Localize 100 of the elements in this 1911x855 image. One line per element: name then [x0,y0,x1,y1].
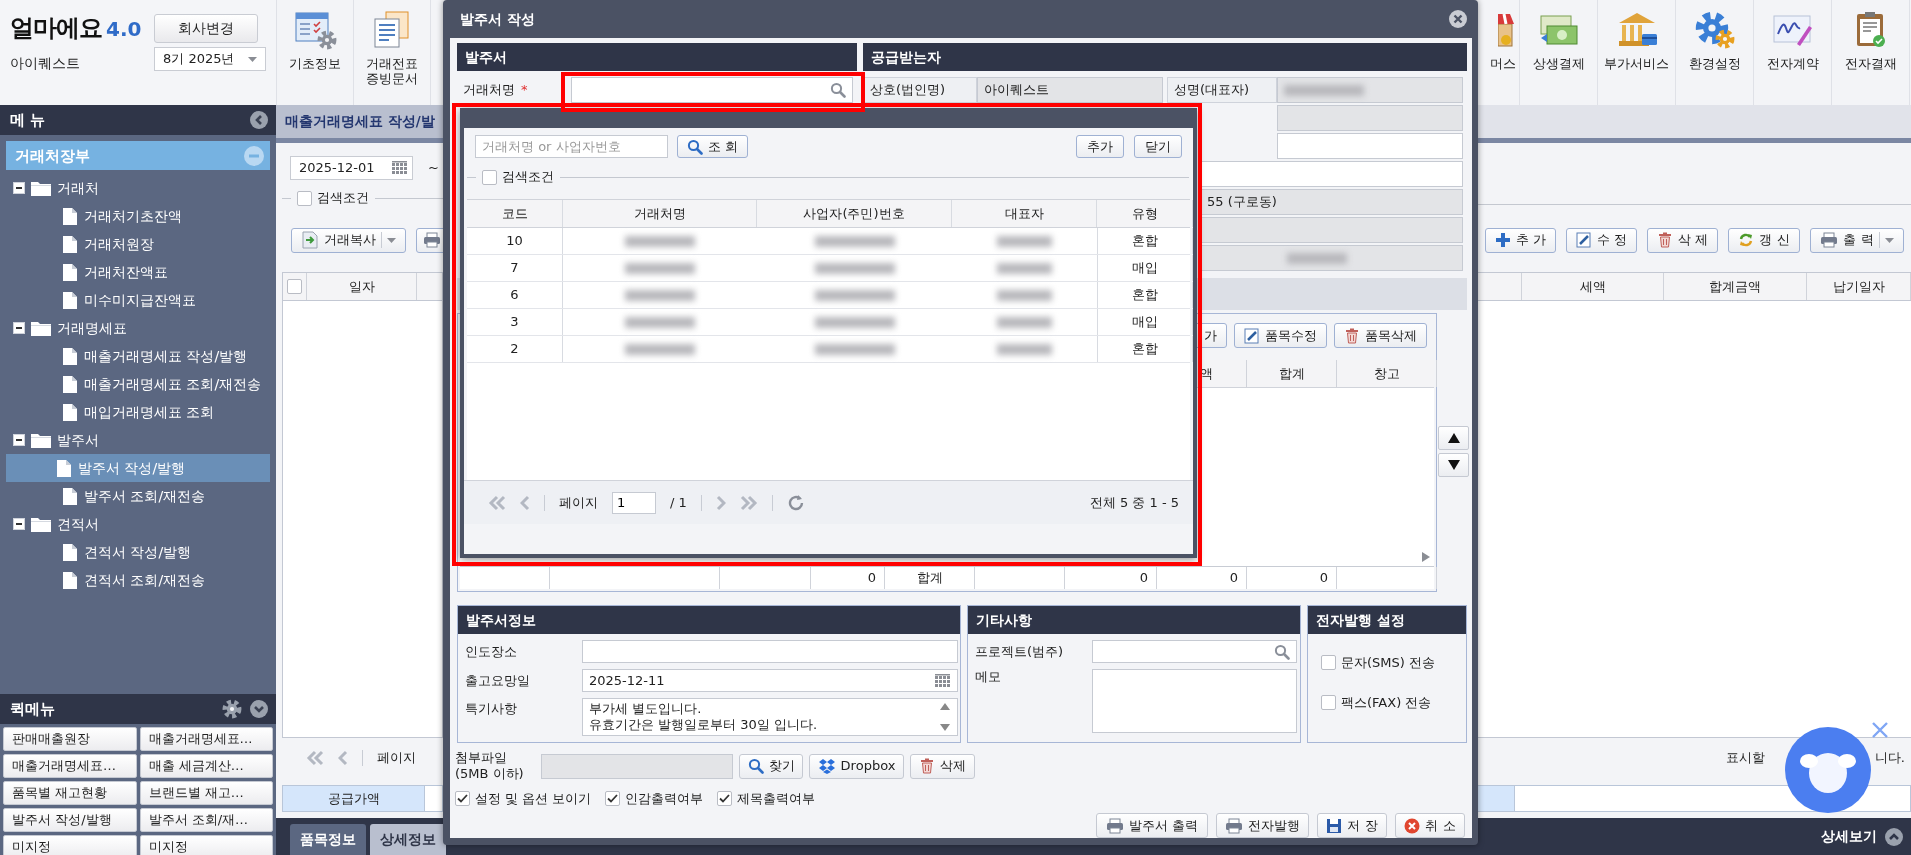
search-filter-checkbox[interactable]: 검색조건 [297,190,369,206]
add-button[interactable]: 추가 [1076,135,1124,158]
tree-item[interactable]: 거래처잔액표 [6,258,270,286]
attachment-button[interactable]: 삭제 [910,753,975,779]
tree-item[interactable]: 매출거래명세표 조회/재전송 [6,370,270,398]
quick-menu-button[interactable]: 발주서 작성/발행 [3,808,137,832]
tree-folder[interactable]: 거래명세표 [0,314,276,342]
first-page-icon[interactable] [306,750,324,766]
close-icon[interactable] [1448,9,1468,29]
collapse-icon[interactable] [13,182,25,194]
refresh-icon[interactable] [786,493,805,512]
tree-item[interactable]: 견적서 작성/발행 [6,538,270,566]
pencil-icon [1575,232,1592,248]
tree-item[interactable]: 거래처기초잔액 [6,202,270,230]
quick-menu-button[interactable]: 판매매출원장 [3,727,137,751]
toolbar-button[interactable]: 전자계약 [1754,0,1832,105]
tab[interactable]: 품목정보 [290,824,366,855]
date-field[interactable]: 2025-12-11 [582,669,958,692]
tree-folder[interactable]: 발주서 [0,426,276,454]
quick-menu-button[interactable]: 품목별 재고현황 [3,781,137,805]
option-checkbox[interactable]: 설정 및 옵션 보이기 [455,790,592,807]
toolbar-action-button[interactable]: 출 력 [1810,227,1904,253]
page-field[interactable]: 1 [612,491,656,514]
scroll-right-icon[interactable] [1422,551,1430,562]
toolbar-action-button[interactable]: 갱 신 [1728,227,1800,253]
option-checkbox[interactable]: 팩스(FAX) 전송 [1321,694,1466,711]
input-field[interactable] [1277,133,1463,159]
option-checkbox[interactable]: 인감출력여부 [605,790,704,807]
move-down-button[interactable] [1438,453,1469,477]
collapse-icon[interactable] [13,322,25,334]
quick-menu-button[interactable]: 미지정 [3,835,137,855]
close-button[interactable]: 닫기 [1134,135,1182,158]
client-search-field[interactable] [571,77,853,103]
attachment-button[interactable]: 찾기 [739,753,803,779]
item-action-button[interactable]: 품목수정 [1234,323,1327,348]
change-company-button[interactable]: 회사변경 [154,14,258,43]
plus-icon [1494,232,1511,248]
search-icon [747,758,764,774]
footer-button[interactable]: 발주서 출력 [1096,813,1208,838]
company-name: 아이퀘스트 [10,54,81,72]
tree-item[interactable]: 매입거래명세표 조회 [6,398,270,426]
project-search-field[interactable] [1092,640,1297,663]
quick-menu-button[interactable]: 브랜드별 재고… [139,781,273,805]
tree-folder[interactable]: 견적서 [0,510,276,538]
quick-menu-button[interactable]: 매출 세금계산… [139,754,273,778]
toolbar-action-button[interactable]: 삭 제 [1647,227,1718,253]
previous-page-icon[interactable] [520,494,530,511]
toolbar-button[interactable]: 상생결제 [1520,0,1598,105]
field-label: 특기사항 [464,700,518,718]
search-field[interactable]: 거래처명 or 사업자번호 [475,135,668,158]
toolbar-button[interactable]: 부가서비스 [1598,0,1676,105]
toolbar-button[interactable]: 거래전표 증빙문서 [354,0,431,105]
copy-button[interactable]: 거래복사 [291,227,406,253]
search-filter-checkbox[interactable]: 검색조건 [482,169,554,185]
collapse-icon[interactable] [13,518,25,530]
memo-field[interactable] [1092,669,1297,733]
item-action-button[interactable]: 품목삭제 [1334,323,1427,348]
input-field[interactable] [582,640,958,663]
footer-button[interactable]: 취 소 [1395,813,1465,838]
settings-icon[interactable] [222,699,242,719]
tree-folder[interactable]: 거래처 [0,174,276,202]
toolbar-action-button[interactable]: 추 가 [1485,227,1556,253]
print-button[interactable] [416,227,443,253]
chevron-down-icon[interactable] [250,700,268,718]
tree-item[interactable]: 발주서 조회/재전송 [6,482,270,510]
previous-page-icon[interactable] [338,750,348,766]
quick-menu-button[interactable]: 미지정 [139,835,273,855]
first-page-icon[interactable] [488,494,506,511]
collapse-icon[interactable] [13,434,25,446]
last-page-icon[interactable] [739,494,758,511]
next-page-icon[interactable] [715,494,726,511]
total-cell: 0 [811,567,885,589]
chevron-left-icon[interactable] [250,111,268,129]
date-field[interactable]: 2025-12-01 [290,156,413,180]
toolbar-button[interactable]: 기초정보 [277,0,354,105]
footer-button[interactable]: 전자발행 [1216,813,1309,838]
close-icon[interactable] [1871,721,1889,739]
quick-menu-button[interactable]: 매출거래명세표… [139,727,273,751]
toolbar-button[interactable]: 환경설정 [1676,0,1754,105]
tree-item[interactable]: 매출거래명세표 작성/발행 [6,342,270,370]
period-select[interactable]: 8기 2025년 [154,47,266,71]
attachment-button[interactable]: Dropbox [809,753,904,779]
input-field[interactable] [1200,161,1463,187]
quick-menu-button[interactable]: 발주서 조회/재… [139,808,273,832]
search-button[interactable]: 조 회 [677,135,748,158]
option-checkbox[interactable]: 문자(SMS) 전송 [1321,655,1466,671]
footer-button[interactable]: 저 장 [1317,813,1387,838]
toolbar-action-button[interactable]: 수 정 [1566,227,1637,253]
note-field[interactable]: 부가세 별도입니다. 유효기간은 발행일로부터 30일 입니다. [582,698,958,736]
select-all-checkbox[interactable] [287,279,302,294]
tree-item[interactable]: 미수미지급잔액표 [6,286,270,314]
move-up-button[interactable] [1438,426,1469,450]
tree-item[interactable]: 거래처원장 [6,230,270,258]
quick-menu-button[interactable]: 매출거래명세표… [3,754,137,778]
toolbar-button[interactable]: 전자결재 [1832,0,1910,105]
option-checkbox[interactable]: 제목출력여부 [717,790,816,807]
tab[interactable]: 상세정보 [370,824,446,855]
chevron-up-icon[interactable] [1885,827,1903,846]
detail-toggle[interactable]: 상세보기 [1821,828,1877,845]
tree-item[interactable]: 견적서 조회/재전송 [6,566,270,594]
